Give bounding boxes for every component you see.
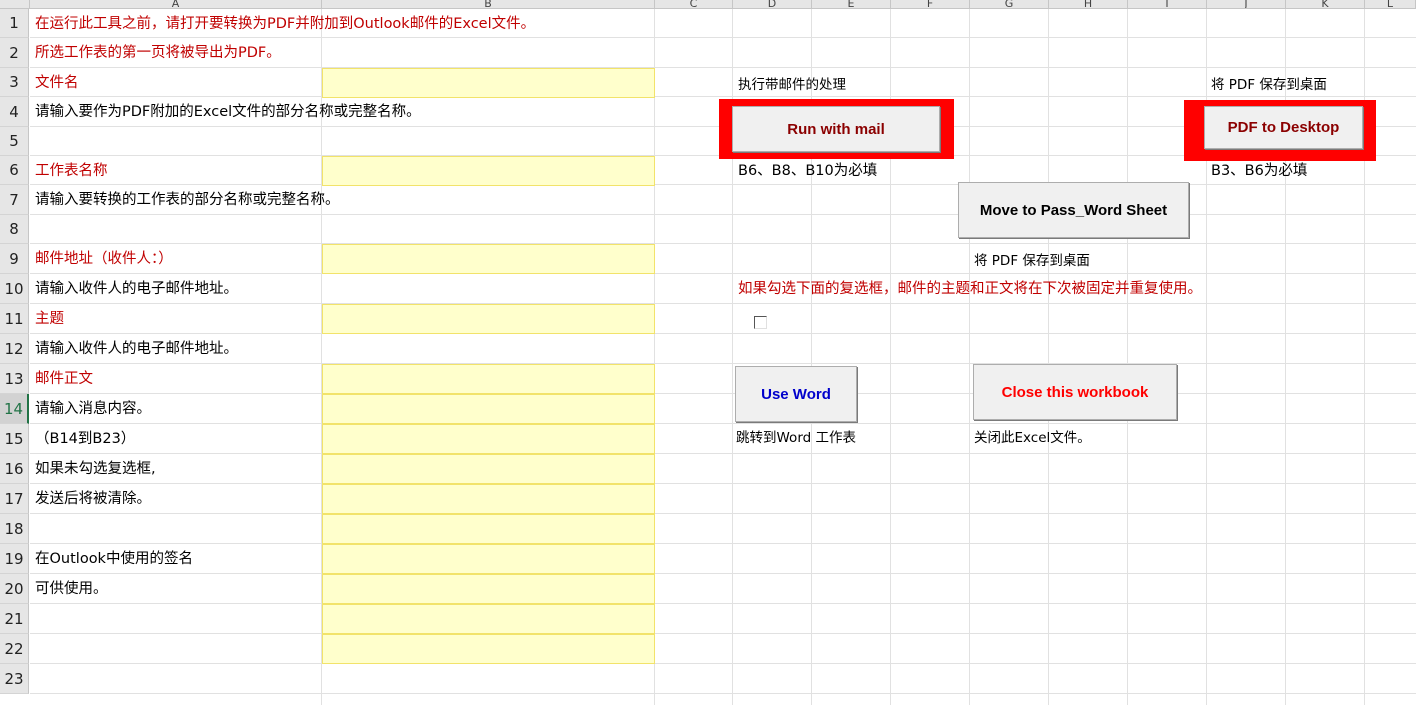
cell-a2[interactable]: 所选工作表的第一页将被导出为PDF。 xyxy=(30,38,281,68)
body-input-b21[interactable] xyxy=(322,604,655,634)
row-gridline xyxy=(30,633,1416,634)
body-input-b19[interactable] xyxy=(322,544,655,574)
row-gridline xyxy=(30,483,1416,484)
row-header[interactable]: 1 xyxy=(0,9,29,38)
column-header[interactable]: H xyxy=(1049,0,1128,9)
cell-a11[interactable]: 主题 xyxy=(30,304,64,334)
cell-a9[interactable]: 邮件地址（收件人：） xyxy=(30,244,173,274)
row-gridline xyxy=(30,603,1416,604)
row-header[interactable]: 2 xyxy=(0,38,29,68)
column-header[interactable]: L xyxy=(1365,0,1416,9)
row-header[interactable]: 11 xyxy=(0,304,29,334)
row-gridline xyxy=(30,243,1416,244)
body-input-b17[interactable] xyxy=(322,484,655,514)
row-header[interactable]: 20 xyxy=(0,574,29,604)
body-input-b20[interactable] xyxy=(322,574,655,604)
close-caption: 关闭此Excel文件。 xyxy=(974,430,1091,446)
row-header[interactable]: 8 xyxy=(0,215,29,244)
column-header[interactable]: B xyxy=(322,0,655,9)
row-header[interactable]: 18 xyxy=(0,514,29,544)
cell-a1[interactable]: 在运行此工具之前，请打开要转换为PDF并附加到Outlook邮件的Excel文件… xyxy=(30,9,535,39)
body-input-b13[interactable] xyxy=(322,364,655,394)
body-input-b22[interactable] xyxy=(322,634,655,664)
run-mail-caption: 执行带邮件的处理 xyxy=(738,77,846,93)
checkbox-note: 如果勾选下面的复选框，邮件的主题和正文将在下次被固定并重复使用。 xyxy=(738,281,1202,297)
row-gridline xyxy=(30,693,1416,694)
row-header[interactable]: 21 xyxy=(0,604,29,634)
column-header[interactable]: I xyxy=(1128,0,1207,9)
pdf-to-desktop-button[interactable]: PDF to Desktop xyxy=(1204,106,1363,149)
row-gridline xyxy=(30,573,1416,574)
row-header[interactable]: 5 xyxy=(0,127,29,156)
row-gridline xyxy=(30,423,1416,424)
cell-a12[interactable]: 请输入收件人的电子邮件地址。 xyxy=(30,334,238,364)
row-header[interactable]: 13 xyxy=(0,364,29,394)
cell-a15[interactable]: （B14到B23） xyxy=(30,424,135,454)
cell-a6[interactable]: 工作表名称 xyxy=(30,156,108,186)
row-header[interactable]: 23 xyxy=(0,664,29,694)
move-caption: 将 PDF 保存到桌面 xyxy=(974,253,1090,269)
row-gridline xyxy=(30,513,1416,514)
column-header[interactable]: G xyxy=(970,0,1049,9)
row-header[interactable]: 19 xyxy=(0,544,29,574)
mail-to-input[interactable] xyxy=(322,244,655,274)
cell-a4[interactable]: 请输入要作为PDF附加的Excel文件的部分名称或完整名称。 xyxy=(30,97,421,127)
cell-a17[interactable]: 发送后将被清除。 xyxy=(30,484,151,514)
column-gridline xyxy=(969,9,970,705)
row-header[interactable]: 15 xyxy=(0,424,29,454)
pdf-desktop-caption: 将 PDF 保存到桌面 xyxy=(1211,77,1327,93)
row-header[interactable]: 3 xyxy=(0,68,29,97)
row-header[interactable]: 17 xyxy=(0,484,29,514)
cell-a16[interactable]: 如果未勾选复选框, xyxy=(30,454,156,484)
cell-a10[interactable]: 请输入收件人的电子邮件地址。 xyxy=(30,274,238,304)
row-header[interactable]: 22 xyxy=(0,634,29,664)
row-header[interactable]: 10 xyxy=(0,274,29,304)
column-header[interactable]: A xyxy=(30,0,322,9)
close-workbook-button[interactable]: Close this workbook xyxy=(973,364,1177,420)
cell-a19[interactable]: 在Outlook中使用的签名 xyxy=(30,544,193,574)
cell-a3[interactable]: 文件名 xyxy=(30,68,79,98)
row-header[interactable]: 12 xyxy=(0,334,29,364)
row-gridline xyxy=(30,453,1416,454)
use-word-button[interactable]: Use Word xyxy=(735,366,857,422)
column-header[interactable]: E xyxy=(812,0,891,9)
row-header[interactable]: 6 xyxy=(0,156,29,185)
body-input-b18[interactable] xyxy=(322,514,655,544)
file-name-input[interactable] xyxy=(322,68,655,98)
move-to-password-sheet-button[interactable]: Move to Pass_Word Sheet xyxy=(958,182,1189,238)
row-header[interactable]: 9 xyxy=(0,244,29,274)
cell-a7[interactable]: 请输入要转换的工作表的部分名称或完整名称。 xyxy=(30,185,340,215)
cell-a13[interactable]: 邮件正文 xyxy=(30,364,93,394)
cell-a20[interactable]: 可供使用。 xyxy=(30,574,108,604)
column-header[interactable]: K xyxy=(1286,0,1365,9)
row-header[interactable]: 7 xyxy=(0,185,29,215)
column-gridline xyxy=(1048,9,1049,705)
subject-input[interactable] xyxy=(322,304,655,334)
column-header[interactable]: F xyxy=(891,0,970,9)
column-header[interactable]: C xyxy=(655,0,733,9)
row-header[interactable]: 4 xyxy=(0,97,29,127)
select-all-corner[interactable] xyxy=(0,0,30,9)
use-word-caption: 跳转到Word 工作表 xyxy=(736,430,856,446)
body-input-b16[interactable] xyxy=(322,454,655,484)
run-mail-required-note: B6、B8、B10为必填 xyxy=(738,163,878,179)
cell-a14[interactable]: 请输入消息内容。 xyxy=(30,394,151,424)
column-header[interactable]: D xyxy=(733,0,812,9)
row-gridline xyxy=(30,663,1416,664)
row-header[interactable]: 16 xyxy=(0,454,29,484)
column-gridline xyxy=(1127,9,1128,705)
row-header[interactable]: 14 xyxy=(0,394,29,424)
fix-subject-body-checkbox[interactable] xyxy=(754,316,767,329)
worksheet[interactable]: ABCDEFGHIJKL 1 2 3 4 5 6 7 8 9 10 11 12 13 14 15 16 17 18… xyxy=(0,0,1416,705)
row-gridline xyxy=(30,393,1416,394)
run-with-mail-button[interactable]: Run with mail xyxy=(732,106,940,152)
sheet-name-input[interactable] xyxy=(322,156,655,186)
body-input-b15[interactable] xyxy=(322,424,655,454)
column-header[interactable]: J xyxy=(1207,0,1286,9)
body-input-b14[interactable] xyxy=(322,394,655,424)
row-gridline xyxy=(30,543,1416,544)
